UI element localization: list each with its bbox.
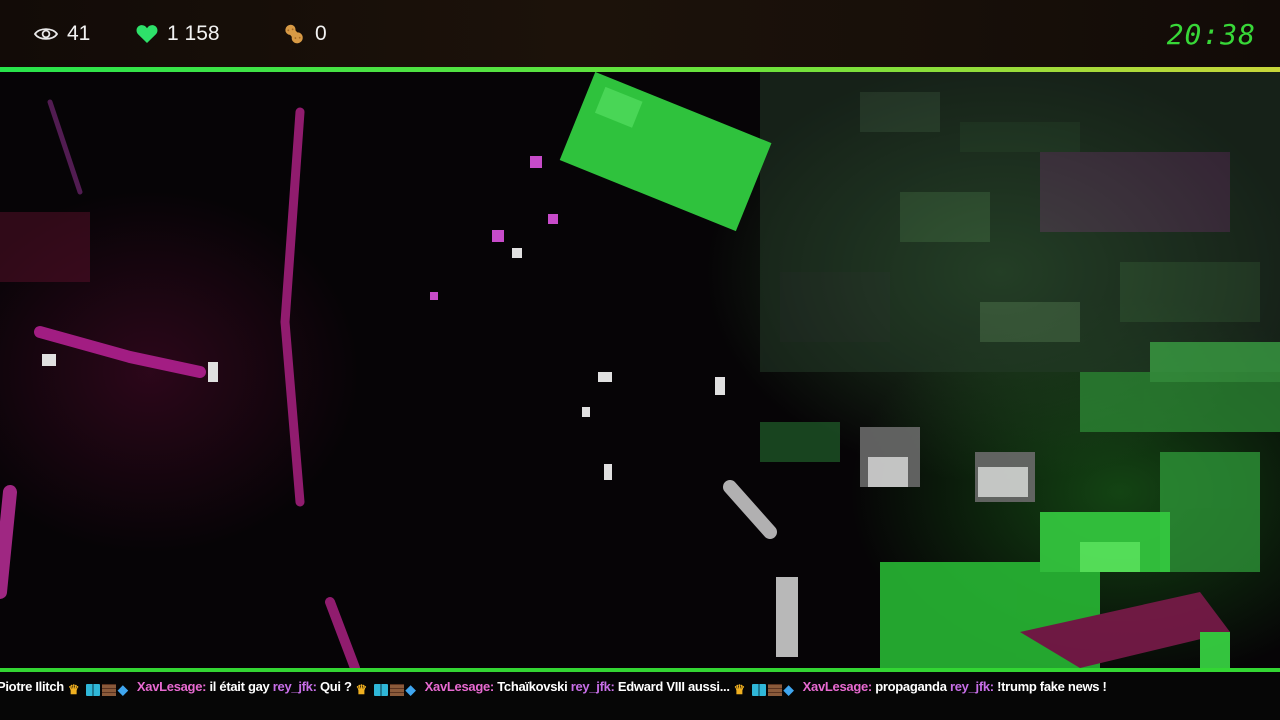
viewer-count: 41 (34, 0, 90, 68)
game-scene-art (0, 72, 1280, 668)
chat-badges: ♛ ◆ (356, 681, 422, 698)
grid-icon (751, 683, 766, 696)
crown-icon: ♛ (733, 681, 746, 697)
cube-icon: ◆ (405, 681, 416, 697)
chat-text: !trump fake news ! (997, 679, 1107, 694)
heart-icon (136, 24, 158, 44)
chat-text: il était gay (209, 679, 270, 694)
grid-icon (85, 683, 100, 696)
like-count-value: 1 158 (167, 22, 220, 45)
brick-icon (101, 683, 116, 696)
chat-message: XavLesage: propaganda (803, 679, 950, 694)
cube-icon: ◆ (117, 681, 128, 697)
viewer-count-value: 41 (67, 22, 91, 45)
chat-message: rey_jfk: !trump fake news ! (950, 679, 1107, 694)
peanut-count: 0 (282, 0, 327, 68)
peanut-icon (282, 22, 306, 46)
brick-icon (389, 683, 404, 696)
chat-badges: ♛ ◆ (734, 681, 800, 698)
game-view (0, 72, 1280, 668)
chat-text: propaganda (875, 679, 947, 694)
crown-icon: ♛ (355, 681, 368, 697)
chat-message: rey_jfk: Edward VIII aussi... ♛ ◆ (570, 679, 803, 697)
grid-icon (373, 683, 388, 696)
peanut-count-value: 0 (315, 22, 327, 45)
stats-bar: 41 1 158 0 20:38 (0, 0, 1280, 68)
chat-message: XavLesage: il était gay (137, 679, 273, 694)
eye-icon (34, 26, 58, 42)
cube-icon: ◆ (783, 681, 794, 697)
chat-message: Piotre Ilitch ♛ ◆ (0, 679, 137, 697)
chat-message: rey_jfk: Qui ? ♛ ◆ (272, 679, 425, 697)
chat-username: rey_jfk: (272, 679, 317, 694)
stream-overlay: 41 1 158 0 20:38 Piotre Ilitch ♛ ◆ XavLe… (0, 0, 1280, 720)
chat-message: XavLesage: Tchaïkovski (425, 679, 571, 694)
chat-username: XavLesage: (802, 679, 873, 694)
chat-badges: ♛ ◆ (68, 681, 134, 698)
chat-username: XavLesage: (424, 679, 495, 694)
chat-text: Edward VIII aussi... (617, 679, 730, 694)
brick-icon (767, 683, 782, 696)
chat-username: rey_jfk: (570, 679, 615, 694)
chat-ticker-track: Piotre Ilitch ♛ ◆ XavLesage: il était gay r… (0, 679, 1107, 698)
chat-ticker: Piotre Ilitch ♛ ◆ XavLesage: il était gay r… (0, 668, 1280, 720)
chat-text: Qui ? (319, 679, 352, 694)
chat-username: XavLesage: (136, 679, 207, 694)
chat-text: Tchaïkovski (497, 679, 568, 694)
crown-icon: ♛ (67, 681, 80, 697)
stream-clock: 20:38 (1166, 17, 1256, 51)
chat-username: rey_jfk: (949, 679, 994, 694)
like-count: 1 158 (136, 0, 220, 68)
chat-text: Piotre Ilitch (0, 679, 64, 694)
